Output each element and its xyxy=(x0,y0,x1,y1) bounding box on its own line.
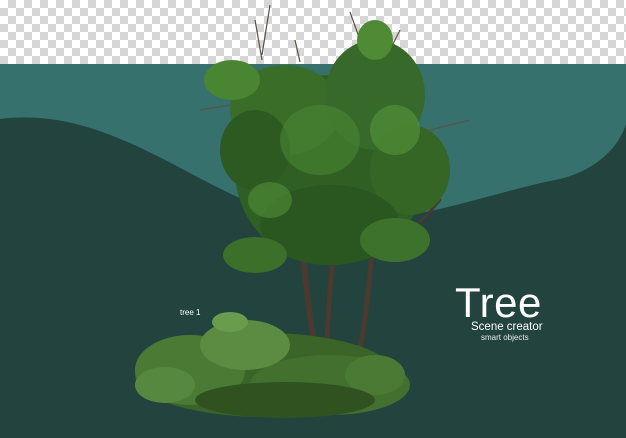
page-title: Tree xyxy=(455,279,542,326)
scene-canvas: tree 1 Tree Scene creator smart objects xyxy=(0,0,626,438)
subtitle: Scene creator xyxy=(471,321,543,333)
background-waves xyxy=(0,64,626,438)
transparency-checkerboard xyxy=(0,0,626,64)
tagline: smart objects xyxy=(481,333,529,342)
object-label: tree 1 xyxy=(180,308,201,317)
